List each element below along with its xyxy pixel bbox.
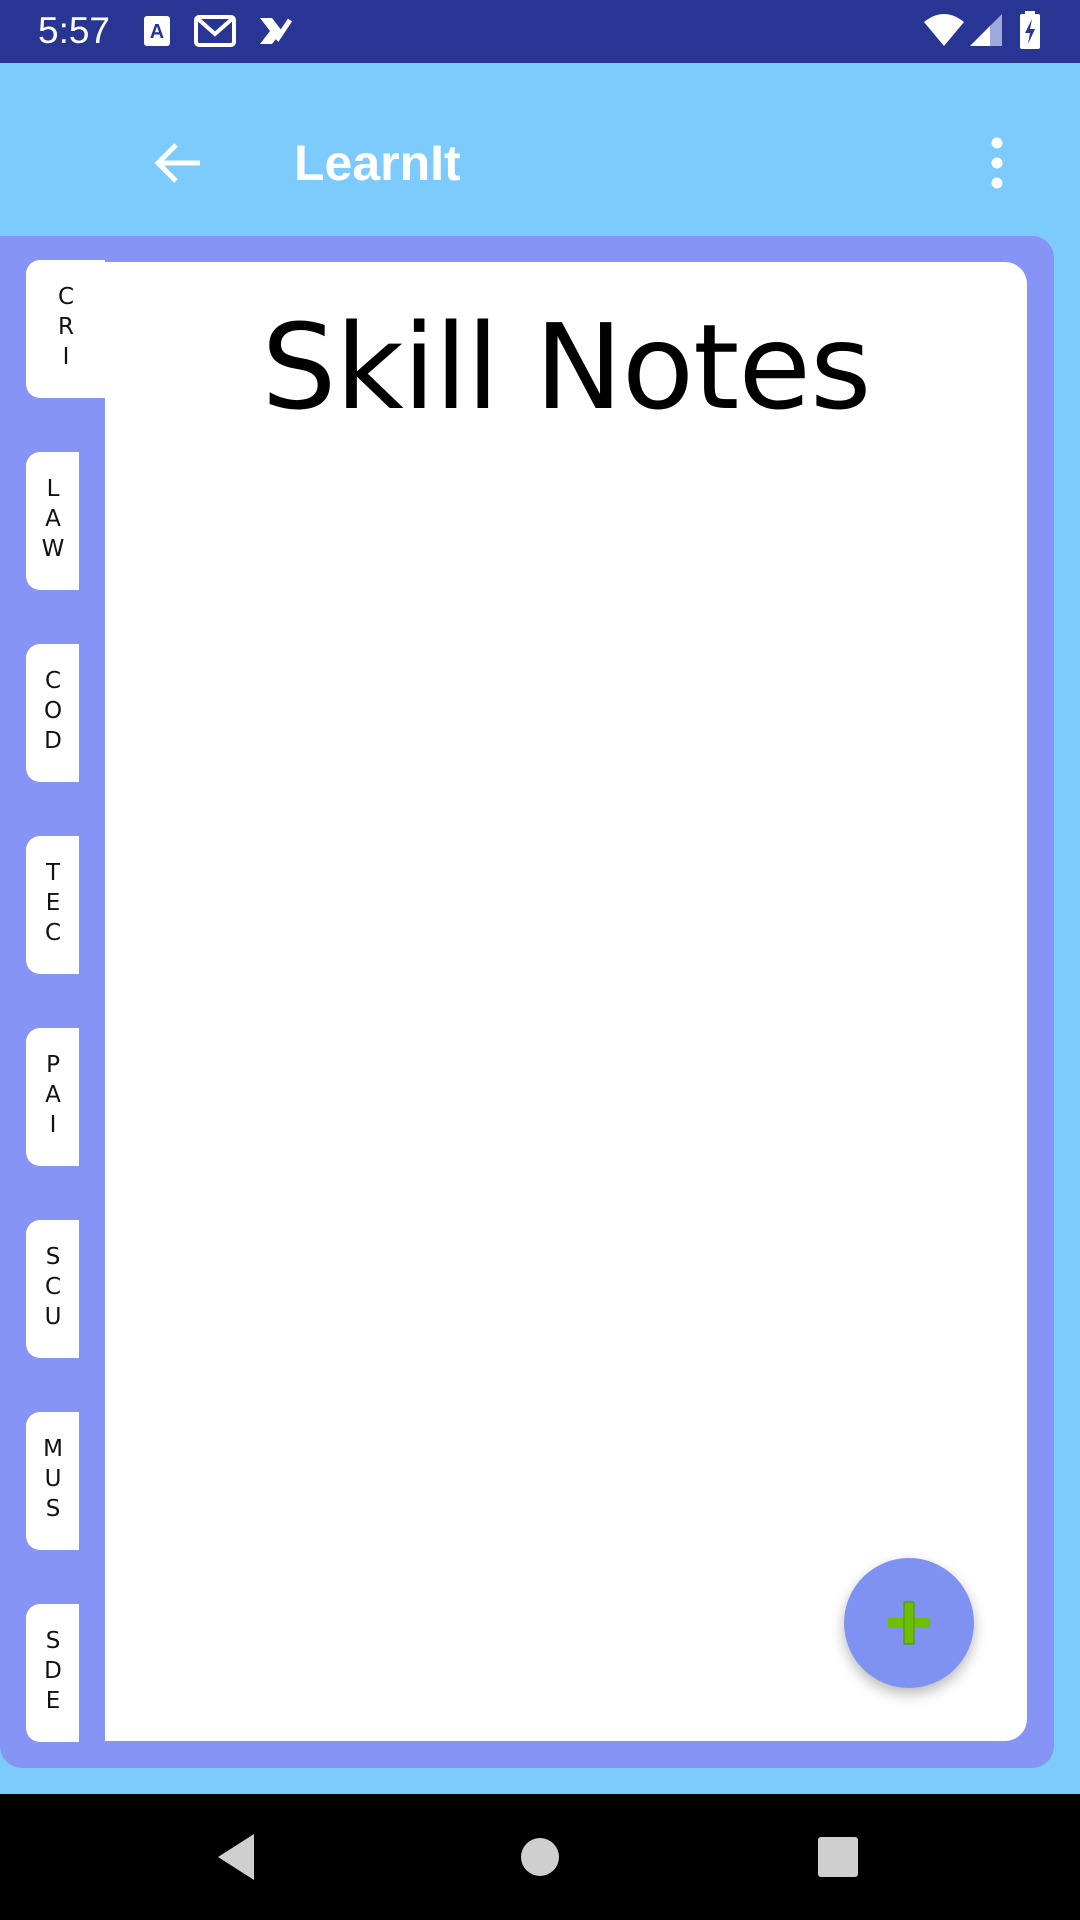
tab-label: LAW [40, 476, 66, 566]
nav-back-button[interactable] [206, 1824, 272, 1890]
navigation-bar [0, 1794, 1080, 1920]
tab-label: SCU [40, 1244, 66, 1334]
notes-title: Skill Notes [261, 298, 872, 436]
tab-sde[interactable]: SDE [26, 1604, 79, 1742]
translate-a-icon: A [142, 14, 172, 53]
nav-recents-button[interactable] [805, 1824, 871, 1890]
status-bar: 5:57 A [0, 0, 1080, 63]
plus-icon [888, 1601, 930, 1645]
tab-label: CRI [53, 284, 79, 374]
app-title: LearnIt [294, 135, 461, 191]
notes-page: Skill Notes [105, 262, 1027, 1741]
svg-text:A: A [150, 21, 164, 43]
arrow-back-icon [154, 143, 200, 183]
tab-label: PAI [40, 1052, 66, 1142]
tab-pai[interactable]: PAI [26, 1028, 79, 1166]
home-circle-icon [521, 1838, 559, 1876]
battery-charging-icon [1018, 10, 1042, 55]
tab-label: SDE [40, 1628, 66, 1718]
tab-mus[interactable]: MUS [26, 1412, 79, 1550]
tab-tec[interactable]: TEC [26, 836, 79, 974]
cell-signal-icon [968, 12, 1004, 53]
tasks-check-icon [258, 14, 293, 53]
nav-home-button[interactable] [507, 1824, 573, 1890]
gmail-icon [194, 14, 236, 53]
tab-label: MUS [40, 1436, 66, 1526]
app-bar: LearnIt [0, 63, 1080, 235]
add-note-button[interactable] [844, 1558, 974, 1688]
overflow-menu-button[interactable] [976, 135, 1018, 191]
tab-label: COD [40, 668, 66, 758]
tab-cod[interactable]: COD [26, 644, 79, 782]
recents-square-icon [818, 1837, 858, 1877]
tab-law[interactable]: LAW [26, 452, 79, 590]
back-triangle-icon [218, 1834, 254, 1880]
status-time: 5:57 [38, 10, 111, 51]
more-vert-icon [991, 137, 1003, 189]
tab-cri[interactable]: CRI [26, 260, 105, 398]
wifi-icon [922, 12, 966, 53]
back-button[interactable] [148, 133, 208, 193]
tab-scu[interactable]: SCU [26, 1220, 79, 1358]
tab-label: TEC [40, 860, 66, 950]
